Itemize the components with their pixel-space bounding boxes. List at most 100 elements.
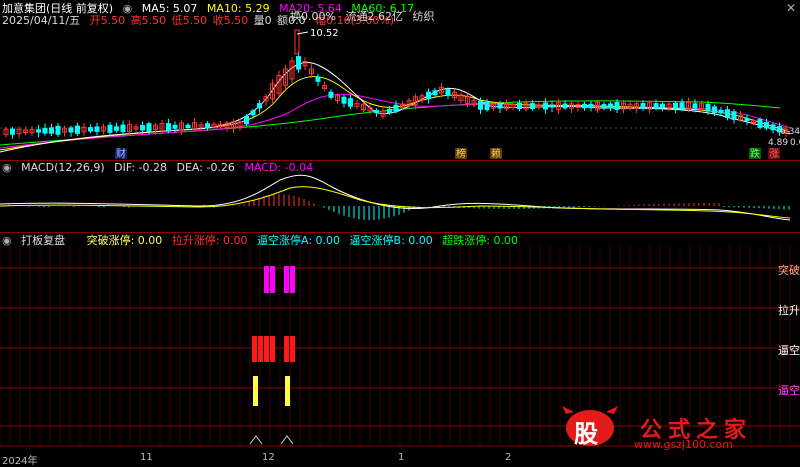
candle-body	[562, 103, 568, 109]
signal-bar-red	[264, 336, 269, 362]
date-tick: 12	[262, 452, 275, 463]
date-tick: 1	[398, 452, 405, 463]
ma10-line	[0, 76, 791, 151]
candle-body	[94, 126, 100, 132]
candle-body	[55, 125, 61, 135]
candle-body	[432, 90, 438, 96]
candle-body	[692, 103, 698, 109]
candle-body	[770, 124, 776, 131]
signal-bar-red	[258, 336, 263, 362]
candle-body	[36, 129, 41, 133]
candle-body	[679, 102, 685, 110]
candle-body	[348, 98, 353, 107]
watermark: 股 公式之家 www.gszj100.com	[560, 404, 800, 451]
candle-body	[341, 96, 347, 104]
candle-body	[601, 104, 607, 108]
candle-body	[757, 118, 763, 128]
right-label-pullup: 拉升	[778, 304, 800, 317]
candle-body	[120, 124, 126, 133]
candle-body	[712, 106, 717, 114]
candle-body	[608, 103, 613, 109]
candle-body	[426, 91, 431, 100]
candle-body	[543, 102, 548, 110]
kline-chart[interactable]: 10.52 财 榜 赖 跌 涨 6.34 4.89 0.00	[0, 0, 800, 160]
candles-group	[3, 29, 789, 139]
signal-bar-magenta	[290, 266, 295, 293]
candle-body	[387, 108, 392, 114]
peak-label: 10.52	[310, 28, 339, 39]
price-right-3: 0.00	[790, 138, 800, 148]
signal-bar-magenta	[264, 266, 269, 293]
candle-body	[257, 103, 262, 109]
marker-zhang[interactable]: 涨	[769, 148, 779, 160]
candle-body	[764, 122, 769, 129]
candle-body	[42, 127, 48, 134]
candle-body	[549, 104, 555, 108]
marker-die[interactable]: 跌	[750, 147, 760, 160]
candle-body	[114, 126, 119, 131]
candle-body	[296, 56, 301, 70]
candle-body	[393, 104, 399, 113]
candle-body	[146, 123, 152, 132]
right-label-squeeze-b: 逼空	[778, 384, 800, 397]
signal-bar-yellow	[253, 376, 258, 406]
candle-body	[88, 127, 93, 132]
candle-body	[582, 103, 587, 109]
candle-body	[614, 102, 620, 110]
marker-cai[interactable]: 财	[116, 147, 126, 160]
date-tick: 11	[140, 452, 153, 463]
watermark-url: www.gszj100.com	[634, 438, 734, 451]
candle-body	[166, 123, 171, 131]
candle-body	[673, 102, 678, 110]
macd-dif-line	[0, 174, 791, 221]
candle-body	[588, 103, 594, 109]
candle-body	[68, 127, 74, 133]
signal-bar-red	[270, 336, 275, 362]
candle-body	[328, 91, 334, 98]
price-right-2: 4.89	[768, 138, 788, 148]
candle-body	[705, 103, 711, 112]
right-label-breakout: 突破	[778, 264, 800, 277]
candle-body	[185, 124, 191, 129]
right-label-squeeze-a: 逼空	[778, 344, 800, 357]
signal-bar-magenta	[284, 266, 289, 293]
signal-bar-yellow	[285, 376, 290, 406]
candle-body	[374, 109, 379, 114]
candle-body	[244, 115, 249, 125]
marker-lai[interactable]: 赖	[491, 148, 501, 160]
candle-body	[497, 103, 503, 109]
candle-body	[75, 125, 80, 134]
signal-bar-red	[252, 336, 257, 362]
candle-body	[205, 123, 210, 129]
candle-body	[49, 127, 54, 134]
date-tick: 2	[505, 452, 512, 463]
candle-body	[107, 124, 113, 133]
candle-body	[653, 103, 659, 109]
candle-body	[140, 125, 145, 131]
candle-body	[744, 117, 750, 122]
logo-text: 股	[574, 420, 598, 448]
macd-chart[interactable]	[0, 162, 800, 232]
ma20-line	[0, 93, 791, 149]
candle-body	[484, 101, 490, 111]
candle-body	[530, 103, 535, 109]
price-right-1: 6.34	[780, 127, 800, 137]
candle-body	[660, 103, 665, 109]
date-axis: 2024年 11 12 1 2	[0, 452, 800, 467]
signal-bar-magenta	[270, 266, 275, 293]
candle-body	[172, 124, 178, 129]
pane-divider-2[interactable]	[0, 232, 800, 233]
candle-body	[718, 109, 724, 114]
candle-body	[731, 111, 737, 120]
candle-body	[445, 89, 451, 96]
candle-body	[315, 76, 321, 82]
macd-histogram	[3, 194, 790, 220]
signal-bar-red	[284, 336, 289, 362]
candle-body	[517, 102, 522, 110]
candle-body	[250, 110, 256, 116]
candle-body	[640, 103, 646, 109]
marker-bang[interactable]: 榜	[456, 147, 466, 160]
signal-triangle	[280, 435, 294, 445]
candle-body	[725, 109, 730, 119]
macd-dea-line	[0, 186, 791, 219]
